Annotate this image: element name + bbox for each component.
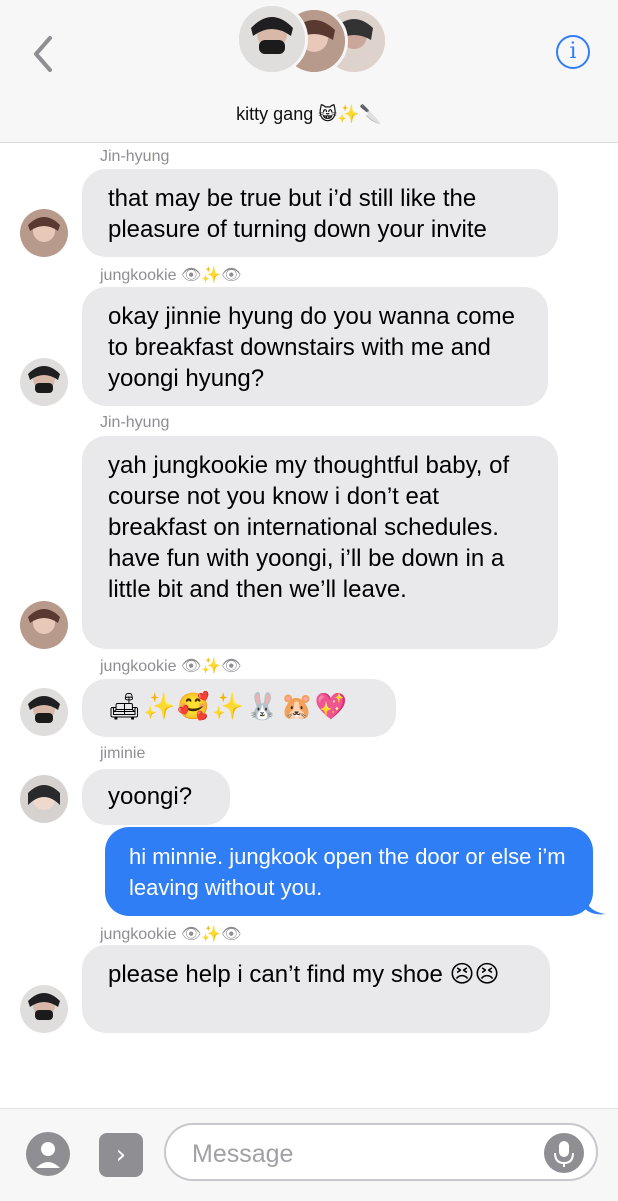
chevron-right-icon: › (115, 1140, 127, 1170)
incoming-message-bubble: please help i can’t find my shoe 😣😣 (82, 945, 550, 1033)
group-avatar-stack[interactable] (236, 3, 388, 75)
sender-name: jungkookie 👁✨👁 (100, 926, 242, 943)
incoming-message-bubble: 🛋✨🥰✨🐰🐹💖 (82, 679, 396, 737)
bubble-tail (584, 896, 606, 915)
group-title: kitty gang 😸✨🔪 (236, 104, 382, 124)
microphone-icon (554, 1141, 574, 1167)
chevron-left-icon (34, 36, 52, 72)
incoming-message-bubble: yoongi? (82, 769, 230, 825)
apps-button[interactable]: › (99, 1133, 143, 1177)
microphone-button[interactable] (544, 1133, 584, 1173)
sender-name: Jin-hyung (100, 414, 170, 431)
conversation-header: i kitty gang 😸✨🔪 (0, 0, 618, 143)
sender-name: jiminie (100, 745, 146, 762)
avatar (20, 209, 68, 257)
info-icon: i (569, 39, 577, 64)
avatar (20, 601, 68, 649)
avatar (20, 775, 68, 823)
incoming-message-bubble: that may be true but i’d still like the … (82, 169, 558, 257)
back-button[interactable] (30, 34, 60, 74)
outgoing-message-bubble: hi minnie. jungkook open the door or els… (105, 827, 593, 916)
info-button[interactable]: i (556, 35, 590, 69)
sender-name: Jin-hyung (100, 148, 170, 165)
incoming-message-bubble: okay jinnie hyung do you wanna come to b… (82, 287, 548, 406)
message-field[interactable] (164, 1123, 598, 1181)
camera-icon (36, 1142, 60, 1168)
avatar (20, 688, 68, 736)
avatar (236, 3, 308, 75)
sender-name: jungkookie 👁✨👁 (100, 658, 242, 675)
camera-button[interactable] (26, 1132, 70, 1176)
incoming-message-bubble: yah jungkookie my thoughtful baby, of co… (82, 436, 558, 649)
avatar (20, 358, 68, 406)
sender-name: jungkookie 👁✨👁 (100, 267, 242, 284)
message-input[interactable] (190, 1135, 534, 1173)
composer-bar: › (0, 1108, 618, 1201)
avatar (20, 985, 68, 1033)
